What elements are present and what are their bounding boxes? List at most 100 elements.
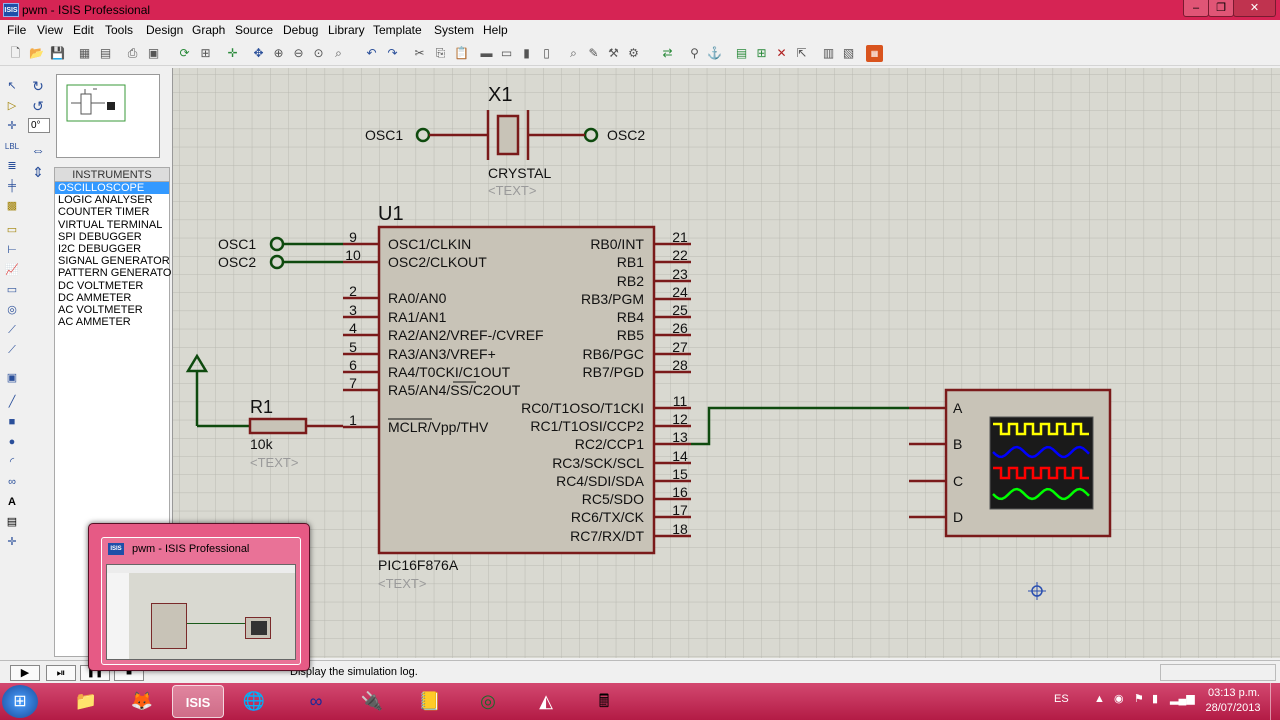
menu-template[interactable]: Template xyxy=(373,23,422,37)
remove-sheet-icon[interactable]: ✕ xyxy=(773,45,790,62)
rotate-anticlockwise-icon[interactable]: ↺ xyxy=(29,98,47,115)
arc-icon[interactable]: ◜ xyxy=(3,454,21,471)
device-item-oscilloscope[interactable]: OSCILLOSCOPE xyxy=(55,182,169,195)
origin-icon[interactable]: ✛ xyxy=(224,45,241,62)
globe-taskbar-icon[interactable]: 🌐 xyxy=(228,685,280,718)
schematic-editor[interactable]: X1 OSC1 OSC2 CRYSTAL <TEXT> U1 9 OSC1/CLKIN 10 OS… xyxy=(172,68,1280,658)
menu-design[interactable]: Design xyxy=(146,23,183,37)
ares-icon[interactable]: ▦ xyxy=(866,45,883,62)
overview-preview[interactable] xyxy=(56,74,160,158)
device-item-i2c-debugger[interactable]: I2C DEBUGGER xyxy=(55,243,169,255)
make-device-icon[interactable]: ✎ xyxy=(585,45,602,62)
new-file-icon[interactable]: 🗋 xyxy=(7,45,24,62)
component-mode-icon[interactable]: ▷ xyxy=(3,98,21,115)
close-button[interactable]: ✕ xyxy=(1233,0,1276,17)
zoom-area-icon[interactable]: ⌕ xyxy=(330,45,347,62)
wire-autorouter-icon[interactable]: ⇄ xyxy=(659,45,676,62)
ares-taskbar-icon[interactable]: ◭ xyxy=(520,685,572,718)
search-tag-icon[interactable]: ⚲ xyxy=(686,45,703,62)
rotate-clockwise-icon[interactable]: ↻ xyxy=(29,78,47,95)
restore-button[interactable]: ❐ xyxy=(1208,0,1234,17)
import-icon[interactable]: ▦ xyxy=(76,45,93,62)
marker-icon[interactable]: ✛ xyxy=(3,534,21,551)
text-icon[interactable]: A xyxy=(3,494,21,511)
clock-time[interactable]: 03:13 p.m. xyxy=(1204,687,1264,699)
menu-file[interactable]: File xyxy=(7,23,26,37)
device-item-virtual-terminal[interactable]: VIRTUAL TERMINAL xyxy=(55,219,169,231)
show-desktop-button[interactable] xyxy=(1270,683,1280,720)
property-tool-icon[interactable]: ⚓ xyxy=(706,45,723,62)
menu-help[interactable]: Help xyxy=(483,23,508,37)
text-script-icon[interactable]: ≣ xyxy=(3,158,21,175)
device-item-pattern-generator[interactable]: PATTERN GENERATOR xyxy=(55,267,179,279)
crystal-body[interactable] xyxy=(496,114,520,156)
rotation-angle-field[interactable]: 0° xyxy=(28,118,50,133)
grid-icon[interactable]: ⊞ xyxy=(197,45,214,62)
packaging-icon[interactable]: ⚒ xyxy=(605,45,622,62)
virtual-instruments-icon[interactable]: ▣ xyxy=(3,370,21,387)
menu-system[interactable]: System xyxy=(434,23,474,37)
graph-icon[interactable]: 📈 xyxy=(3,262,21,279)
start-button[interactable]: ⊞ xyxy=(2,685,38,718)
minimize-button[interactable]: – xyxy=(1183,0,1209,17)
menu-library[interactable]: Library xyxy=(328,23,365,37)
explorer-taskbar-icon[interactable]: 📁 xyxy=(60,685,112,718)
decompose-icon[interactable]: ⚙ xyxy=(625,45,642,62)
path-icon[interactable]: ∞ xyxy=(3,474,21,491)
tray-app-icon[interactable]: ◉ xyxy=(1114,692,1124,705)
paste-icon[interactable]: 📋 xyxy=(453,45,470,62)
export-icon[interactable]: ▤ xyxy=(97,45,114,62)
redo-icon[interactable]: ↷ xyxy=(384,45,401,62)
action-center-icon[interactable]: ⚑ xyxy=(1134,692,1144,705)
device-item-counter-timer[interactable]: COUNTER TIMER xyxy=(55,206,169,218)
bill-of-materials-icon[interactable]: ▥ xyxy=(820,45,837,62)
mirror-horizontal-icon[interactable]: ⇔ xyxy=(29,142,47,159)
menu-view[interactable]: View xyxy=(37,23,63,37)
device-item-signal-generator[interactable]: SIGNAL GENERATOR xyxy=(55,255,170,267)
line-icon[interactable]: ╱ xyxy=(3,394,21,411)
voltage-probe-icon[interactable]: ⟋ xyxy=(3,322,21,339)
infinity-taskbar-icon[interactable]: ∞ xyxy=(290,685,342,718)
zoom-all-icon[interactable]: ⊙ xyxy=(310,45,327,62)
network-icon[interactable]: ▂▄▆ xyxy=(1170,692,1195,705)
pan-icon[interactable]: ✥ xyxy=(250,45,267,62)
menu-debug[interactable]: Debug xyxy=(283,23,318,37)
box-icon[interactable]: ■ xyxy=(3,414,21,431)
add-sheet-icon[interactable]: ⊞ xyxy=(753,45,770,62)
zoom-out-icon[interactable]: ⊖ xyxy=(290,45,307,62)
clock-date[interactable]: 28/07/2013 xyxy=(1202,702,1264,714)
battery-icon[interactable]: ▮ xyxy=(1152,692,1158,705)
exit-parent-icon[interactable]: ⇱ xyxy=(793,45,810,62)
generator-icon[interactable]: ◎ xyxy=(3,302,21,319)
device-item-logic-analyser[interactable]: LOGIC ANALYSER xyxy=(55,194,169,206)
calculator-taskbar-icon[interactable]: 🖩 xyxy=(578,685,630,718)
pick-device-icon[interactable]: ⌕ xyxy=(565,45,582,62)
device-item-ac-voltmeter[interactable]: AC VOLTMETER xyxy=(55,304,169,316)
menu-graph[interactable]: Graph xyxy=(192,23,225,37)
device-item-ac-ammeter[interactable]: AC AMMETER xyxy=(55,316,169,328)
schematic-canvas[interactable]: X1 OSC1 OSC2 CRYSTAL <TEXT> U1 9 OSC1/CLKIN 10 OS… xyxy=(173,68,1280,658)
resistor-r1-body[interactable] xyxy=(248,417,308,435)
terminals-icon[interactable]: ▭ xyxy=(3,222,21,239)
language-indicator[interactable]: ES xyxy=(1054,693,1069,705)
print-area-icon[interactable]: ▣ xyxy=(145,45,162,62)
firefox-taskbar-icon[interactable]: 🦊 xyxy=(116,685,168,718)
device-pins-icon[interactable]: ⊢ xyxy=(3,242,21,259)
redraw-icon[interactable]: ⟳ xyxy=(176,45,193,62)
tape-recorder-icon[interactable]: ▭ xyxy=(3,282,21,299)
wire-label-icon[interactable]: LBL xyxy=(3,138,21,155)
block-move-icon[interactable]: ▭ xyxy=(498,45,515,62)
block-rotate-icon[interactable]: ▮ xyxy=(518,45,535,62)
chip-taskbar-icon[interactable]: 🔌 xyxy=(346,685,398,718)
ccs-taskbar-icon[interactable]: ◎ xyxy=(462,685,514,718)
subcircuit-icon[interactable]: ▩ xyxy=(3,198,21,215)
circle-icon[interactable]: ● xyxy=(3,434,21,451)
mirror-vertical-icon[interactable]: ⇕ xyxy=(29,164,47,181)
selection-mode-icon[interactable]: ↖ xyxy=(3,78,21,95)
open-file-icon[interactable]: 📂 xyxy=(28,45,45,62)
menu-edit[interactable]: Edit xyxy=(73,23,94,37)
new-sheet-icon[interactable]: ▤ xyxy=(733,45,750,62)
block-copy-icon[interactable]: ▬ xyxy=(478,45,495,62)
save-icon[interactable]: 💾 xyxy=(49,45,66,62)
menu-source[interactable]: Source xyxy=(235,23,273,37)
